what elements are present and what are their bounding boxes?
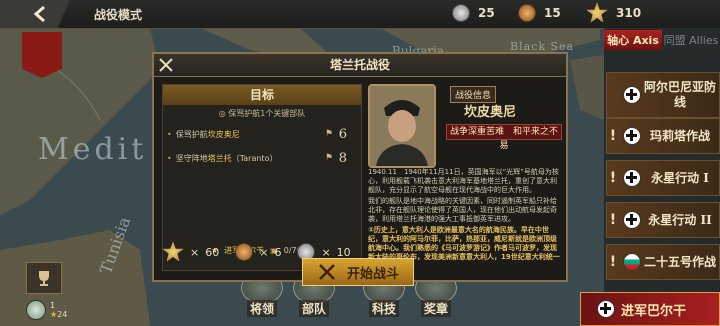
- objectives-subtitle: ◎ 保骂护航1个关键部队: [218, 109, 306, 118]
- flag-icon: ⚑: [324, 153, 333, 163]
- campaign-description: 1940.11 1940年11月11日，英国海军以“光辉”号航母为核心，利用舰载…: [368, 168, 560, 270]
- map-label-medit: Medit: [38, 132, 148, 167]
- campaign-item[interactable]: 阿尔巴尼亚防线: [606, 72, 720, 118]
- dialog-title: 塔兰托战役: [154, 54, 566, 77]
- tab-axis[interactable]: 轴心 Axis: [604, 30, 662, 50]
- iron-cross-icon: [623, 211, 641, 229]
- objectives-header: 目标: [163, 85, 361, 105]
- mode-title: 战役模式: [94, 8, 143, 22]
- tab-allies[interactable]: 同盟 Allies: [662, 30, 720, 50]
- iron-cross-icon: [597, 300, 615, 318]
- campaign-info: 战役信息 坎皮奥尼 战争深重苦难 和平来之不易 1940.11 1940年11月…: [366, 84, 562, 274]
- silver-medal-counter: 25: [452, 4, 495, 22]
- trait-banner: 战争深重苦难 和平来之不易: [446, 124, 562, 151]
- iron-cross-icon: [623, 169, 641, 187]
- flag-icon: ⚑: [324, 129, 333, 139]
- bronze-medal-icon: [518, 4, 536, 22]
- player-profile[interactable]: 1 ★24: [26, 300, 67, 320]
- trophy-button[interactable]: [26, 262, 62, 294]
- bulgaria-flag-icon: [623, 253, 641, 271]
- back-button[interactable]: [0, 0, 70, 28]
- close-button[interactable]: [156, 56, 176, 74]
- player-level: 1: [50, 301, 56, 310]
- campaign-item[interactable]: ! 永星行动 I: [606, 160, 720, 196]
- objective-item: • 坚守阵地 塔兰托 （Taranto） ⚑ 8: [167, 150, 347, 166]
- general-portrait: [368, 84, 436, 168]
- iron-cross-icon: [623, 127, 641, 145]
- start-battle-button[interactable]: 开始战斗: [302, 258, 414, 286]
- bronze-medal-icon: [235, 243, 254, 261]
- top-bar: 战役模式 25 15 310: [0, 0, 720, 29]
- gold-medal-counter: 310: [586, 2, 641, 24]
- avatar: [26, 300, 46, 320]
- campaign-item[interactable]: ! 二十五号作战: [606, 244, 720, 280]
- campaign-item[interactable]: ! 永星行动 II: [606, 202, 720, 238]
- general-image: [370, 86, 434, 166]
- trophy-icon: [39, 271, 49, 286]
- silver-medal-icon: [452, 4, 470, 22]
- campaign-item[interactable]: ! 玛莉塔作战: [606, 118, 720, 154]
- crossed-swords-icon: [319, 264, 335, 280]
- close-icon: [159, 58, 173, 72]
- faction-tabs: 轴心 Axis 同盟 Allies: [604, 30, 720, 50]
- gold-medal-icon: [162, 241, 184, 262]
- gold-medal-icon: [586, 2, 608, 23]
- campaign-dialog: 塔兰托战役 目标 ◎ 保骂护航1个关键部队 • 保骂护航 坎皮奥尼 ⚑ 6 • 坚守阵…: [152, 52, 568, 282]
- player-stars: 24: [57, 310, 68, 319]
- iron-cross-icon: [623, 86, 641, 104]
- general-name: 坎皮奥尼: [464, 105, 517, 120]
- advance-balkans-button[interactable]: 进军巴尔干: [580, 292, 720, 326]
- faction-flag-icon[interactable]: [22, 32, 62, 78]
- objective-item: • 保骂护航 坎皮奥尼 ⚑ 6: [167, 126, 347, 142]
- bronze-medal-counter: 15: [518, 4, 561, 22]
- back-arrow-icon: [33, 5, 45, 23]
